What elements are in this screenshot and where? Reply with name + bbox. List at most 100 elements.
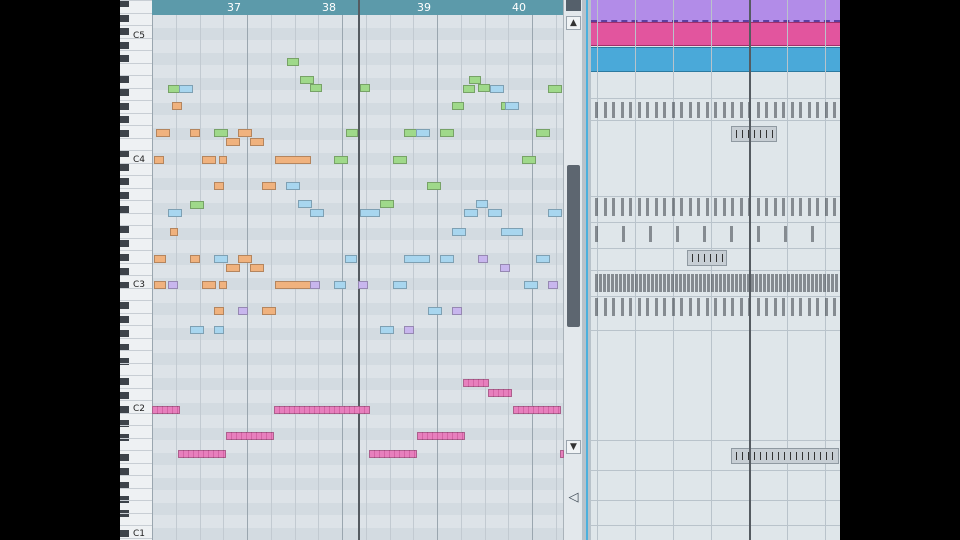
drum-hit-event[interactable]: [615, 274, 618, 292]
drum-hit-event[interactable]: [688, 102, 692, 118]
purple-midi-note[interactable]: [548, 281, 558, 289]
green-midi-note[interactable]: [310, 84, 322, 92]
drum-hit-event[interactable]: [688, 198, 692, 216]
arrangement-playhead[interactable]: [749, 0, 751, 540]
piano-black-key[interactable]: [120, 15, 129, 22]
drum-hit-event[interactable]: [799, 274, 802, 292]
drum-hit-event[interactable]: [683, 274, 686, 292]
purple-midi-note[interactable]: [238, 307, 248, 315]
blue-midi-note[interactable]: [179, 85, 193, 93]
piano-black-key[interactable]: [120, 89, 129, 96]
drum-hit-event[interactable]: [654, 102, 658, 118]
piano-black-key[interactable]: [120, 378, 129, 385]
green-midi-note[interactable]: [427, 182, 441, 190]
drum-hit-event[interactable]: [612, 298, 615, 316]
drum-hit-event[interactable]: [705, 298, 709, 316]
drum-hit-event[interactable]: [714, 102, 717, 118]
drum-hit-event[interactable]: [711, 274, 714, 292]
drum-hit-event[interactable]: [629, 102, 632, 118]
drum-hit-event[interactable]: [811, 274, 814, 292]
pink-midi-note[interactable]: [152, 406, 180, 414]
blue-midi-note[interactable]: [440, 255, 454, 263]
drum-hit-event[interactable]: [629, 198, 632, 216]
drum-hit-event[interactable]: [816, 198, 819, 216]
green-midi-note[interactable]: [548, 85, 562, 93]
drum-hit-event[interactable]: [824, 198, 828, 216]
blue-midi-note[interactable]: [214, 326, 224, 334]
drum-hit-event[interactable]: [687, 274, 690, 292]
orange-midi-note[interactable]: [154, 255, 166, 263]
orange-midi-note[interactable]: [219, 281, 227, 289]
blue-midi-note[interactable]: [360, 209, 380, 217]
drum-hit-event[interactable]: [803, 274, 806, 292]
drum-hit-event[interactable]: [679, 274, 682, 292]
drum-hit-event[interactable]: [727, 274, 730, 292]
drum-hit-event[interactable]: [707, 274, 710, 292]
orange-midi-note[interactable]: [238, 255, 252, 263]
drum-hit-event[interactable]: [783, 274, 786, 292]
drum-hit-event[interactable]: [671, 198, 675, 216]
orange-midi-note[interactable]: [262, 307, 276, 315]
blue-midi-note[interactable]: [345, 255, 357, 263]
orange-midi-note[interactable]: [238, 129, 252, 137]
drum-hit-event[interactable]: [676, 226, 679, 242]
drum-hit-event[interactable]: [620, 298, 624, 316]
piano-black-key[interactable]: [120, 116, 129, 123]
drum-hit-event[interactable]: [703, 274, 706, 292]
drum-hit-event[interactable]: [833, 298, 836, 316]
drum-hit-event[interactable]: [767, 274, 770, 292]
drum-hit-event[interactable]: [691, 274, 694, 292]
blue-midi-note[interactable]: [476, 200, 488, 208]
zoom-triangle-icon[interactable]: ◁: [566, 488, 581, 508]
drum-hit-event[interactable]: [651, 274, 654, 292]
blue-midi-note[interactable]: [190, 326, 204, 334]
green-midi-note[interactable]: [287, 58, 299, 66]
drum-hit-event[interactable]: [595, 298, 598, 316]
drum-hit-event[interactable]: [730, 226, 733, 242]
drum-hit-event[interactable]: [835, 274, 838, 292]
drum-hit-event[interactable]: [627, 274, 630, 292]
drum-hit-event[interactable]: [680, 298, 683, 316]
blue-midi-note[interactable]: [524, 281, 538, 289]
purple-midi-note[interactable]: [452, 307, 462, 315]
drum-hit-event[interactable]: [773, 298, 777, 316]
piano-black-key[interactable]: [120, 192, 129, 199]
blue-midi-note[interactable]: [310, 209, 324, 217]
arrow-down-icon[interactable]: ▼: [566, 440, 581, 454]
drum-hit-event[interactable]: [620, 102, 624, 118]
orange-midi-note[interactable]: [219, 156, 227, 164]
drum-hit-event[interactable]: [595, 226, 598, 242]
blue-midi-note[interactable]: [168, 209, 182, 217]
drum-hit-event[interactable]: [735, 274, 738, 292]
green-midi-note[interactable]: [536, 129, 550, 137]
drum-hit-event[interactable]: [649, 226, 652, 242]
drum-hit-event[interactable]: [637, 102, 641, 118]
drum-hit-event[interactable]: [731, 298, 734, 316]
blue-midi-note[interactable]: [214, 255, 228, 263]
green-midi-note[interactable]: [440, 129, 454, 137]
drum-hit-event[interactable]: [756, 102, 760, 118]
arrow-up-icon[interactable]: ▲: [566, 16, 581, 30]
drum-hit-event[interactable]: [811, 226, 814, 242]
blue-midi-note[interactable]: [548, 209, 562, 217]
piano-black-key[interactable]: [120, 268, 129, 275]
drum-hit-event[interactable]: [659, 274, 662, 292]
piano-black-key[interactable]: [120, 178, 129, 185]
drum-hit-event[interactable]: [675, 274, 678, 292]
purple-midi-note[interactable]: [404, 326, 414, 334]
drum-hit-event[interactable]: [646, 102, 649, 118]
drum-hit-event[interactable]: [663, 274, 666, 292]
blue-midi-note[interactable]: [286, 182, 300, 190]
drum-hit-event[interactable]: [599, 274, 602, 292]
drum-hit-event[interactable]: [827, 274, 830, 292]
green-midi-note[interactable]: [463, 85, 475, 93]
drum-hit-event[interactable]: [655, 274, 658, 292]
drum-hit-event[interactable]: [667, 274, 670, 292]
drum-hit-event[interactable]: [699, 274, 702, 292]
drum-hit-event[interactable]: [739, 198, 743, 216]
green-midi-note[interactable]: [346, 129, 358, 137]
piano-black-key[interactable]: [120, 42, 129, 49]
drum-hit-event[interactable]: [773, 102, 777, 118]
blue-midi-note[interactable]: [393, 281, 407, 289]
purple-midi-note[interactable]: [500, 264, 510, 272]
